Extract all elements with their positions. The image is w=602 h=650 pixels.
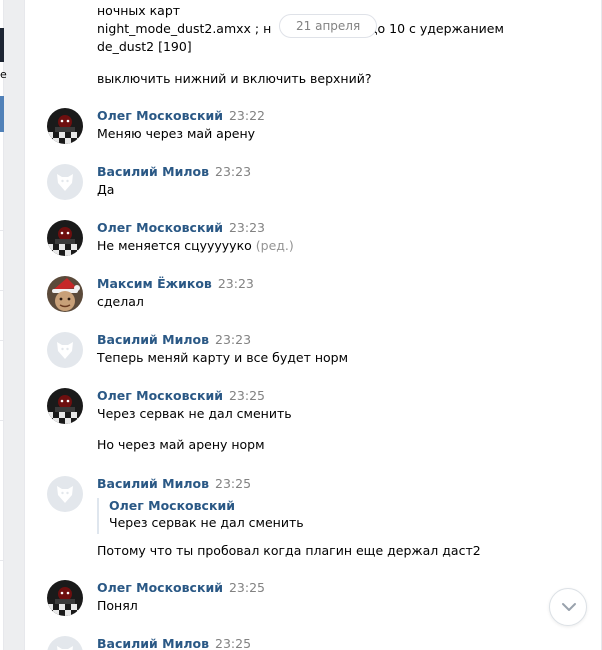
message-text: ночных карт: [97, 3, 181, 18]
message-time[interactable]: 23:25: [215, 476, 251, 491]
avatar[interactable]: [47, 332, 83, 368]
quoted-message[interactable]: Олег Московский Через сервак не дал смен…: [97, 498, 304, 534]
default-avatar-icon: [47, 636, 83, 650]
checkered-avatar-icon: [47, 580, 83, 616]
left-sidebar-edge: е: [0, 0, 7, 650]
message-item: Василий Милов 23:23 Да: [47, 164, 587, 204]
author-name[interactable]: Максим Ёжиков: [97, 276, 212, 291]
checkered-avatar-icon: [47, 220, 83, 256]
checkered-avatar-icon: [47, 108, 83, 144]
message-text: Да: [97, 182, 115, 197]
message-time[interactable]: 23:22: [229, 108, 265, 123]
default-avatar-icon: [47, 164, 83, 200]
message-text: night_mode_dust2.amxx ; н: [97, 21, 272, 36]
avatar[interactable]: [47, 164, 83, 200]
message-item: Олег Московский 23:25 Через сервак не дал…: [47, 388, 587, 458]
message-time[interactable]: 23:23: [215, 164, 251, 179]
avatar[interactable]: [47, 276, 83, 312]
message-text: Через сервак не дал сменить: [97, 406, 292, 421]
message-time[interactable]: 23:23: [218, 276, 254, 291]
message-text: Теперь меняй карту и все будет норм: [97, 350, 349, 365]
message-header: Олег Московский 23:25: [97, 580, 265, 596]
author-name[interactable]: Олег Московский: [97, 108, 223, 123]
checkered-avatar-icon: [47, 388, 83, 424]
message-header: Василий Милов 23:23: [97, 164, 251, 180]
chat-history[interactable]: ночных карт night_mode_dust2.amxx ; н 23…: [24, 0, 602, 650]
message-text: Понял: [97, 598, 138, 613]
sidebar-avatar-fragment: [0, 28, 4, 62]
avatar[interactable]: [47, 220, 83, 256]
quoted-text: Через сервак не дал сменить: [109, 515, 304, 530]
author-name[interactable]: Василий Милов: [97, 476, 209, 491]
message-item: Василий Милов 23:25 Олег Московский Через…: [47, 476, 587, 562]
message-time[interactable]: 23:25: [215, 636, 251, 650]
message-time[interactable]: 23:23: [229, 220, 265, 235]
author-name[interactable]: Василий Милов: [97, 164, 209, 179]
message-header: Олег Московский 23:25: [97, 388, 265, 404]
message-item: Максим Ёжиков 23:23 сделал: [47, 276, 587, 316]
message-text: выключить нижний и включить верхний?: [97, 71, 372, 86]
message-time[interactable]: 23:23: [215, 332, 251, 347]
message-text: сделал: [97, 294, 144, 309]
default-avatar-icon: [47, 332, 83, 368]
message-text: Потому что ты пробовал когда плагин еще …: [97, 543, 481, 558]
message-header: Василий Милов 23:25: [97, 476, 251, 492]
message-item: Василий Милов 23:25: [47, 636, 587, 650]
message-text: Не меняется сцууууyко (ред.): [97, 237, 294, 255]
chevron-down-icon: [562, 603, 576, 611]
author-name[interactable]: Василий Милов: [97, 332, 209, 347]
message-item: Олег Московский 23:23 Не меняется сцууууy…: [47, 220, 587, 260]
message-header: Максим Ёжиков 23:23: [97, 276, 254, 292]
date-divider: 21 апреля: [279, 14, 378, 38]
message-item: Василий Милов 23:23 Теперь меняй карту и …: [47, 332, 587, 372]
scroll-down-button[interactable]: [549, 588, 587, 626]
message-body: Не меняется сцууууyко: [97, 238, 252, 253]
edited-label[interactable]: (ред.): [256, 238, 294, 253]
sidebar-active-item[interactable]: [0, 96, 4, 132]
avatar[interactable]: [47, 636, 83, 650]
message-time[interactable]: 23:25: [229, 580, 265, 595]
santa-avatar-icon: [47, 276, 83, 312]
author-name[interactable]: Василий Милов: [97, 636, 209, 650]
author-name[interactable]: Олег Московский: [97, 220, 223, 235]
avatar[interactable]: [47, 476, 83, 512]
default-avatar-icon: [47, 476, 83, 512]
message-header: Олег Московский 23:22: [97, 108, 265, 124]
message-text: Меняю через май арену: [97, 126, 256, 141]
message-header: Олег Московский 23:23: [97, 220, 265, 236]
message-item: Олег Московский 23:25 Понял: [47, 580, 587, 620]
quoted-author[interactable]: Олег Московский: [109, 498, 304, 514]
message-time[interactable]: 23:25: [229, 388, 265, 403]
message-header: Василий Милов 23:25: [97, 636, 251, 650]
avatar[interactable]: [47, 388, 83, 424]
sidebar-text-fragment: е: [0, 68, 7, 81]
avatar[interactable]: [47, 108, 83, 144]
author-name[interactable]: Олег Московский: [97, 580, 223, 595]
message-text: de_dust2 [190]: [97, 39, 192, 54]
message-item: Олег Московский 23:22 Меняю через май аре…: [47, 108, 587, 148]
message-text: Но через май арену норм: [97, 437, 265, 452]
avatar[interactable]: [47, 580, 83, 616]
message-header: Василий Милов 23:23: [97, 332, 251, 348]
author-name[interactable]: Олег Московский: [97, 388, 223, 403]
